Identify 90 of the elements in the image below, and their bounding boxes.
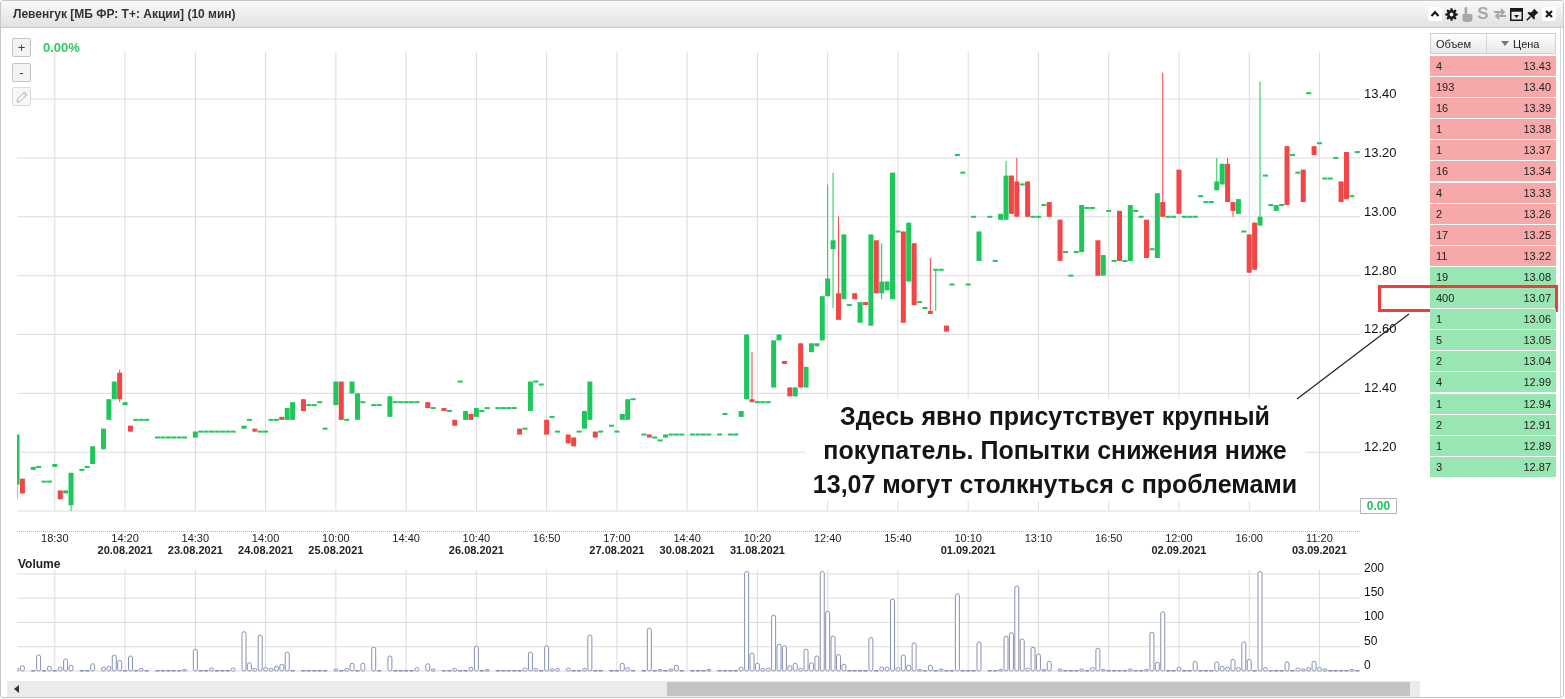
volume-cell: 17 (1436, 228, 1449, 241)
volume-cell: 3 (1436, 460, 1443, 473)
volume-cell: 1 (1436, 397, 1443, 410)
price-cell: 12.91 (1523, 418, 1551, 431)
settings-icon[interactable] (1445, 7, 1458, 21)
volume-axis-label: 0 (1364, 658, 1371, 672)
volume-cell: 2 (1436, 355, 1443, 368)
price-cell: 12.89 (1523, 439, 1551, 452)
volume-cell: 4 (1436, 186, 1443, 199)
scrollbar-thumb[interactable] (667, 682, 1410, 696)
x-axis-label: 16:50 (531, 532, 562, 544)
price-cell: 13.25 (1523, 228, 1551, 241)
price-cell: 13.07 (1523, 292, 1551, 305)
volume-axis-label: 200 (1364, 560, 1385, 575)
x-axis-label: 12:00 02.09.2021 (1150, 532, 1208, 556)
price-cell: 13.08 (1523, 270, 1551, 283)
x-axis-label: 12:40 (812, 532, 843, 544)
price-cell: 13.05 (1523, 334, 1551, 347)
price-cell: 13.43 (1523, 60, 1551, 72)
volume-cell: 19 (1436, 270, 1449, 283)
x-axis-label: 14:20 20.08.2021 (96, 532, 154, 556)
price-label: 12.80 (1364, 263, 1397, 278)
volume-cell: 1 (1436, 313, 1443, 326)
volume-cell: 4 (1436, 376, 1443, 389)
volume-cell: 193 (1436, 81, 1455, 94)
price-cell: 13.38 (1523, 123, 1551, 136)
x-axis-label: 16:50 (1093, 532, 1124, 544)
x-axis-label: 14:30 23.08.2021 (166, 532, 224, 556)
x-axis-label: 15:40 (883, 532, 913, 544)
volume-cell: 16 (1436, 102, 1449, 115)
price-cell: 13.26 (1523, 207, 1551, 220)
pencil-icon (15, 90, 28, 103)
volume-cell: 2 (1436, 418, 1443, 431)
price-label: 13.40 (1364, 87, 1397, 102)
change-percent: 0.00% (43, 41, 80, 55)
column-title: Объем (1436, 37, 1472, 50)
price-cell: 12.99 (1523, 376, 1551, 389)
x-axis-label: 14:00 24.08.2021 (237, 532, 295, 556)
price-label: 12.40 (1364, 381, 1397, 396)
volume-cell: 1 (1436, 144, 1443, 157)
price-cell: 13.40 (1523, 81, 1551, 94)
close-icon[interactable] (1542, 7, 1556, 21)
caret-left-icon[interactable] (13, 685, 19, 693)
price-cell: 13.37 (1523, 144, 1551, 157)
volume-cell: 2 (1436, 207, 1443, 220)
price-cell: 13.39 (1523, 102, 1551, 115)
zoom-button[interactable]: + (12, 38, 31, 57)
x-axis-label: 14:40 (391, 532, 421, 544)
price-cell: 13.06 (1523, 313, 1551, 326)
volume-cell: 11 (1436, 249, 1448, 262)
volume-cell: 16 (1436, 165, 1449, 178)
window-title: Левенгук [МБ ФР: Т+: Акции] (10 мин) (13, 7, 236, 21)
pin-icon[interactable] (1526, 7, 1539, 21)
price-cell: 13.33 (1523, 186, 1551, 199)
volume-cell: 400 (1436, 292, 1455, 305)
price-cell: 12.87 (1523, 460, 1551, 473)
x-axis-label: 10:10 01.09.2021 (939, 532, 997, 556)
price-label: 13.20 (1364, 145, 1397, 160)
column-header[interactable]: Цена (1486, 34, 1555, 53)
column-header[interactable]: Объем (1431, 34, 1486, 53)
annotation-text: Здесь явно присутствует крупный покупатель. Попытки снижения ниже 13,07 могут столкнуться с проблемами (805, 399, 1305, 501)
caret-down-icon (1501, 41, 1509, 46)
price-cell: 13.22 (1523, 249, 1551, 262)
volume-axis-label: 50 (1364, 633, 1378, 648)
price-cell: 13.04 (1523, 355, 1551, 368)
volume-cell: 1 (1436, 123, 1443, 136)
caret-up-icon[interactable] (1428, 7, 1442, 21)
x-axis-label: 10:20 31.08.2021 (728, 532, 786, 556)
volume-title: Volume (17, 556, 61, 570)
x-axis-label: 14:40 30.08.2021 (658, 532, 716, 556)
x-axis-label: 10:40 26.08.2021 (447, 532, 505, 556)
price-cell: 13.34 (1523, 165, 1551, 178)
volume-cell: 1 (1436, 439, 1443, 452)
volume-axis-label: 100 (1364, 609, 1385, 624)
volume-cell: 5 (1436, 334, 1443, 347)
x-axis-label: 10:00 25.08.2021 (307, 532, 365, 556)
x-axis-label: 18:30 (40, 532, 70, 544)
x-axis-label: 11:20 03.09.2021 (1290, 532, 1348, 556)
last-price-tag: 0.00 (1360, 498, 1397, 514)
window-icon[interactable] (1510, 7, 1523, 21)
volume-axis-label: 150 (1364, 585, 1385, 600)
zoom-button[interactable]: - (12, 62, 31, 82)
price-label: 12.20 (1364, 440, 1397, 455)
column-title: Цена (1513, 37, 1540, 50)
volume-cell: 4 (1436, 60, 1443, 72)
price-cell: 12.94 (1523, 397, 1551, 410)
x-axis-label: 17:00 27.08.2021 (588, 532, 646, 556)
x-axis-label: 16:00 (1234, 532, 1264, 544)
x-axis-label: 13:10 (1023, 532, 1054, 544)
price-label: 13.00 (1364, 204, 1397, 219)
